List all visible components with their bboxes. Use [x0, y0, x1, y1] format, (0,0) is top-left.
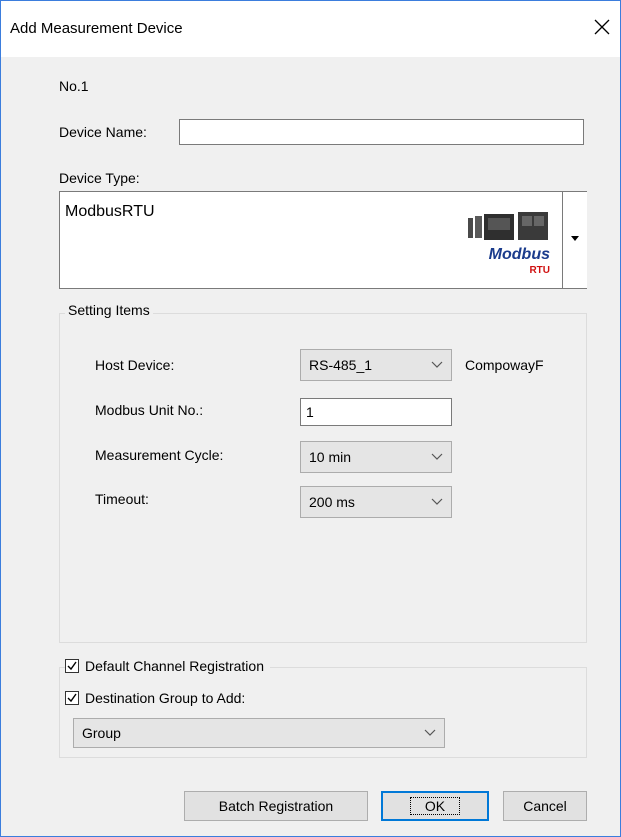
modbus-logo-subtext: RTU — [529, 265, 550, 276]
ok-button[interactable]: OK — [381, 791, 489, 821]
destination-group-label: Destination Group to Add: — [85, 690, 246, 706]
destination-group-select[interactable]: Group — [73, 718, 445, 748]
host-device-value: RS-485_1 — [309, 357, 373, 373]
title-bar: Add Measurement Device — [1, 1, 620, 57]
device-type-label: Device Type: — [59, 170, 140, 186]
ok-label: OK — [409, 797, 461, 815]
setting-items-caption: Setting Items — [65, 302, 153, 318]
device-number: No.1 — [59, 78, 89, 94]
destination-group-checkbox[interactable]: Destination Group to Add: — [65, 690, 245, 706]
measurement-cycle-select[interactable]: 10 min — [300, 441, 452, 473]
modbus-unit-no-label: Modbus Unit No.: — [95, 402, 204, 418]
dialog-window: Add Measurement Device No.1 Device Name:… — [0, 0, 621, 837]
destination-group-value: Group — [82, 725, 121, 741]
checkmark-icon — [67, 661, 77, 671]
chevron-down-icon — [431, 498, 443, 505]
measurement-cycle-value: 10 min — [309, 449, 352, 465]
checkmark-icon — [67, 693, 77, 703]
timeout-value: 200 ms — [309, 494, 355, 510]
device-type-value: ModbusRTU — [65, 203, 155, 220]
dropdown-arrow-icon — [571, 236, 579, 241]
device-type-dropdown-button[interactable] — [562, 192, 587, 288]
host-device-label: Host Device: — [95, 357, 175, 373]
window-title: Add Measurement Device — [10, 20, 183, 37]
checkbox-box[interactable] — [65, 659, 79, 673]
close-button[interactable] — [590, 15, 614, 39]
default-channel-registration-checkbox[interactable]: Default Channel Registration — [65, 658, 270, 674]
checkbox-box[interactable] — [65, 691, 79, 705]
device-name-input[interactable] — [179, 119, 584, 145]
modbus-logo-text: Modbus — [488, 246, 550, 263]
batch-registration-label: Batch Registration — [218, 798, 334, 814]
timeout-select[interactable]: 200 ms — [300, 486, 452, 518]
cancel-button[interactable]: Cancel — [503, 791, 587, 821]
timeout-label: Timeout: — [95, 491, 149, 507]
chevron-down-icon — [424, 729, 436, 736]
cancel-label: Cancel — [523, 798, 567, 814]
measurement-cycle-label: Measurement Cycle: — [95, 447, 224, 463]
chevron-down-icon — [431, 361, 443, 368]
close-icon — [594, 19, 610, 35]
host-protocol-label: CompowayF — [465, 357, 544, 373]
modbus-unit-no-input[interactable] — [300, 398, 452, 426]
modbus-logo: Modbus RTU — [462, 204, 556, 282]
device-name-label: Device Name: — [59, 124, 147, 140]
default-channel-registration-label: Default Channel Registration — [85, 658, 264, 674]
batch-registration-button[interactable]: Batch Registration — [184, 791, 368, 821]
host-device-select[interactable]: RS-485_1 — [300, 349, 452, 381]
device-type-combo[interactable]: ModbusRTU Modbus RTU — [59, 191, 587, 289]
chevron-down-icon — [431, 453, 443, 460]
device-image-icon — [468, 212, 548, 240]
